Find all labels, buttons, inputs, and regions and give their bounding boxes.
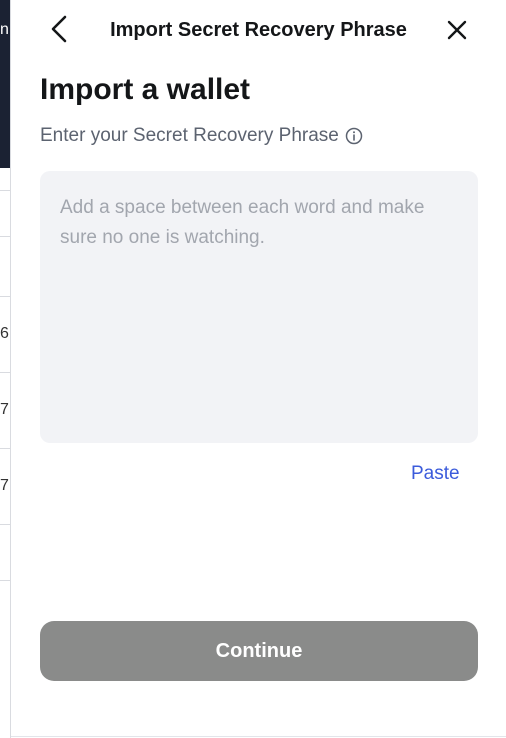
background-row-divider (0, 296, 10, 297)
import-wallet-panel: Import Secret Recovery Phrase Import a w… (11, 0, 506, 736)
close-button[interactable] (443, 16, 471, 44)
background-text-fragment: 7 (0, 477, 9, 494)
back-button[interactable] (47, 14, 73, 44)
field-label-row: Enter your Secret Recovery Phrase (40, 124, 363, 148)
background-row-divider (0, 580, 10, 581)
page-title: Import a wallet (40, 73, 251, 106)
background-row-divider (0, 372, 10, 373)
background-text-fragment: 6 (0, 325, 9, 342)
recovery-phrase-input[interactable] (40, 171, 478, 443)
field-label: Enter your Secret Recovery Phrase (40, 125, 339, 146)
background-row-divider (0, 236, 10, 237)
background-row-divider (0, 190, 10, 191)
continue-button[interactable]: Continue (40, 621, 478, 681)
close-icon (447, 20, 467, 40)
panel-header: Import Secret Recovery Phrase (11, 0, 506, 60)
background-text-fragment: n (0, 21, 9, 38)
header-title: Import Secret Recovery Phrase (110, 19, 407, 41)
background-row-divider (0, 448, 10, 449)
panel-bottom-divider (11, 736, 506, 737)
info-icon[interactable] (345, 127, 363, 145)
paste-button[interactable]: Paste (411, 461, 460, 487)
recovery-phrase-box (40, 171, 478, 443)
background-text-fragment: 7 (0, 401, 9, 418)
chevron-left-icon (51, 15, 67, 43)
background-row-divider (0, 524, 10, 525)
background-page-sliver: n 6 7 7 (0, 0, 11, 738)
